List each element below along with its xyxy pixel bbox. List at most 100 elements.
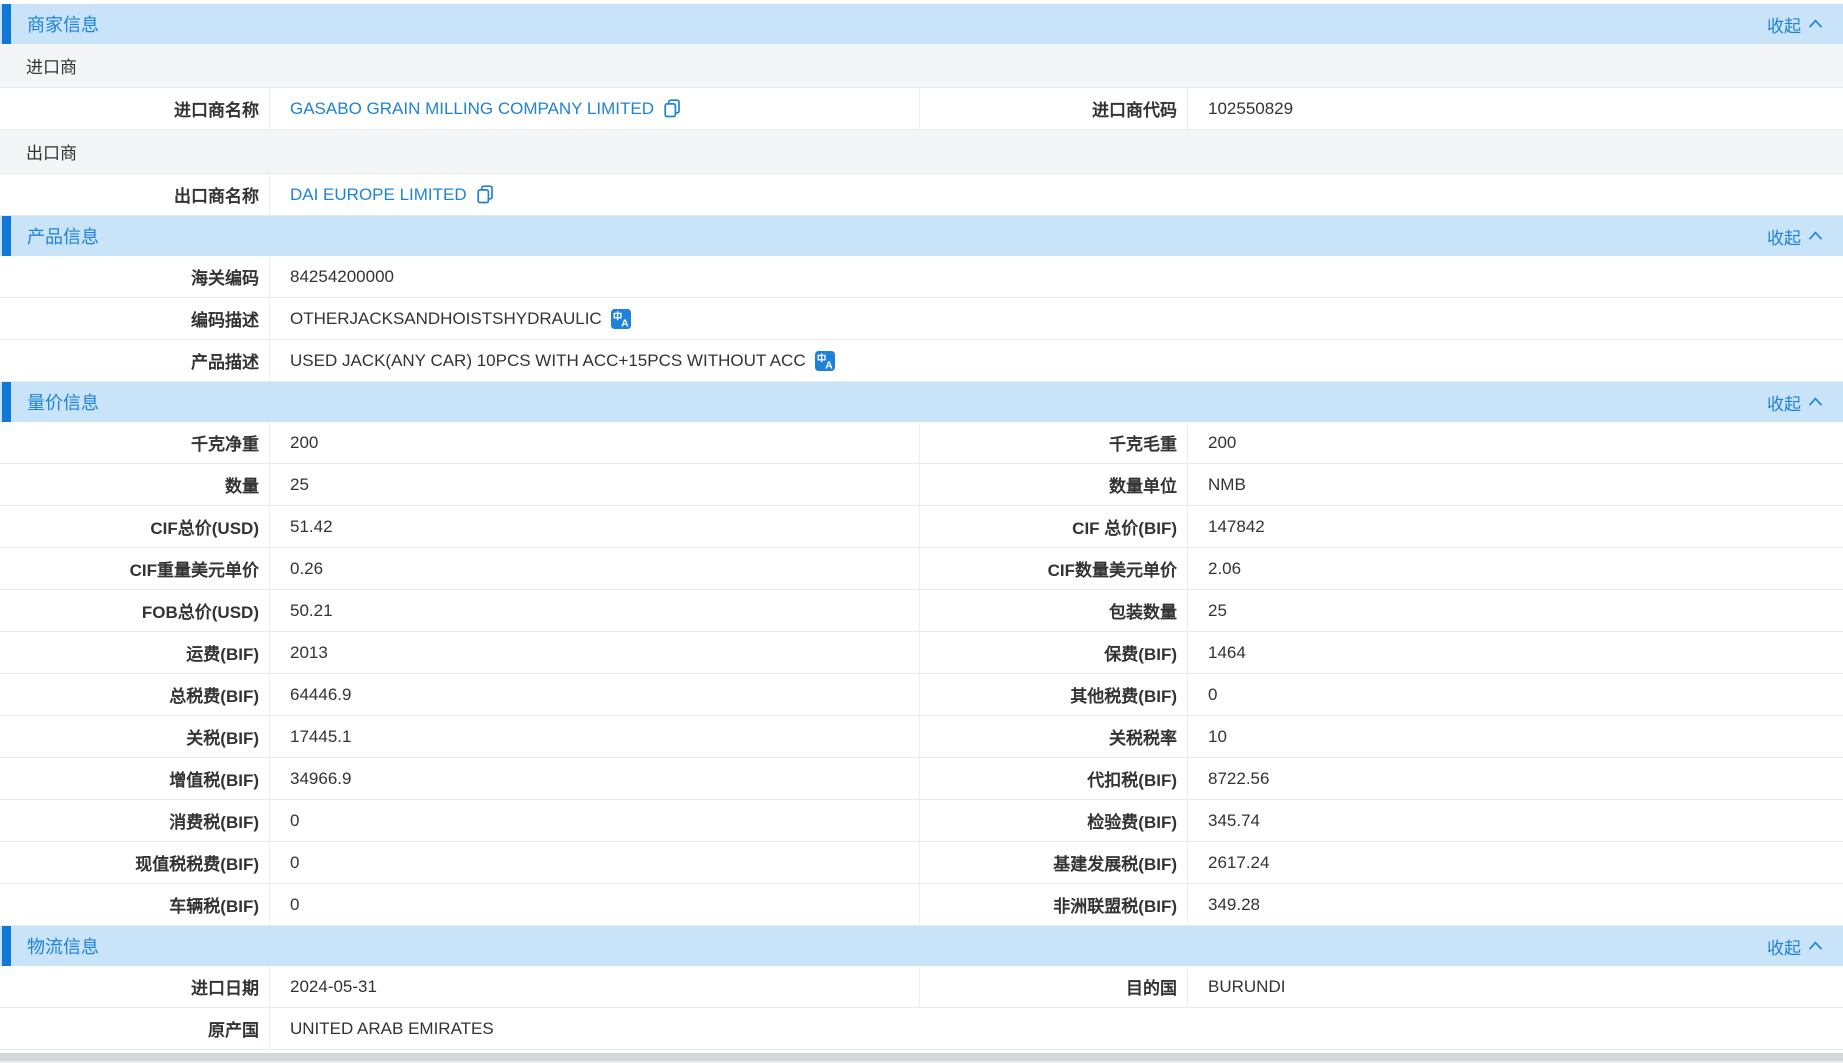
page-bottom-edge bbox=[0, 1050, 1843, 1063]
field-value-text: 50.21 bbox=[290, 601, 333, 621]
field-label-text: 千克毛重 bbox=[1109, 430, 1177, 455]
collapse-button[interactable]: 收起 bbox=[1767, 12, 1823, 37]
field-label-text: 总税费(BIF) bbox=[169, 682, 259, 707]
field-label-text: 包装数量 bbox=[1109, 598, 1177, 623]
field-value: 1464 bbox=[1188, 632, 1843, 673]
field-label: 进口商代码 bbox=[920, 88, 1188, 129]
translate-icon[interactable]: A bbox=[815, 351, 835, 371]
chevron-up-icon bbox=[1808, 397, 1823, 407]
field-label-text: 进口商名称 bbox=[174, 96, 259, 121]
field-value: UNITED ARAB EMIRATES bbox=[270, 1008, 1843, 1049]
section-accent-bar bbox=[2, 926, 11, 966]
field-value: 200 bbox=[270, 422, 920, 463]
field-label-text: 出口商名称 bbox=[174, 182, 259, 207]
field-label: 其他税费(BIF) bbox=[920, 674, 1188, 715]
collapse-button[interactable]: 收起 bbox=[1767, 934, 1823, 959]
field-value-text: 25 bbox=[1208, 601, 1227, 621]
field-value: 51.42 bbox=[270, 506, 920, 547]
field-label: 基建发展税(BIF) bbox=[920, 842, 1188, 883]
table-row: 车辆税(BIF)0非洲联盟税(BIF)349.28 bbox=[0, 884, 1843, 926]
table-row: 进口日期2024-05-31目的国BURUNDI bbox=[0, 966, 1843, 1008]
field-label-text: 编码描述 bbox=[191, 306, 259, 331]
field-value: 0.26 bbox=[270, 548, 920, 589]
field-label: 原产国 bbox=[0, 1008, 270, 1049]
field-label: 增值税(BIF) bbox=[0, 758, 270, 799]
field-value-text: 25 bbox=[290, 475, 309, 495]
field-label-text: 基建发展税(BIF) bbox=[1053, 850, 1177, 875]
company-link[interactable]: GASABO GRAIN MILLING COMPANY LIMITED bbox=[290, 99, 654, 119]
collapse-button[interactable]: 收起 bbox=[1767, 224, 1823, 249]
chevron-up-icon bbox=[1808, 231, 1823, 241]
field-label-text: 海关编码 bbox=[191, 264, 259, 289]
field-value: 102550829 bbox=[1188, 88, 1843, 129]
collapse-button[interactable]: 收起 bbox=[1767, 390, 1823, 415]
field-value-text: 8722.56 bbox=[1208, 769, 1269, 789]
copy-icon[interactable] bbox=[476, 185, 494, 204]
trade-record-page: 商家信息收起进口商进口商名称GASABO GRAIN MILLING COMPA… bbox=[0, 0, 1843, 1063]
field-label-text: CIF总价(USD) bbox=[150, 514, 259, 539]
field-value: 17445.1 bbox=[270, 716, 920, 757]
field-value: 34966.9 bbox=[270, 758, 920, 799]
field-label-text: 千克净重 bbox=[191, 430, 259, 455]
table-row: 现值税税费(BIF)0基建发展税(BIF)2617.24 bbox=[0, 842, 1843, 884]
field-label-text: 数量 bbox=[225, 472, 259, 497]
field-label-text: CIF数量美元单价 bbox=[1048, 556, 1177, 581]
field-value-text: 51.42 bbox=[290, 517, 333, 537]
field-label-text: FOB总价(USD) bbox=[142, 598, 259, 623]
field-value-text: 0 bbox=[290, 895, 299, 915]
table-row: 进口商名称 GASABO GRAIN MILLING COMPANY LIMITE… bbox=[0, 88, 1843, 130]
field-value-text: 34966.9 bbox=[290, 769, 351, 789]
field-value: USED JACK(ANY CAR) 10PCS WITH ACC+15PCS … bbox=[270, 340, 1843, 381]
field-label: 编码描述 bbox=[0, 298, 270, 339]
field-value: 8722.56 bbox=[1188, 758, 1843, 799]
field-label: 海关编码 bbox=[0, 256, 270, 297]
field-value: OTHERJACKSANDHOISTSHYDRAULICA bbox=[270, 298, 1843, 339]
table-row: 运费(BIF) 2013 保费(BIF)1464 bbox=[0, 632, 1843, 674]
field-label-text: 运费(BIF) bbox=[186, 640, 259, 665]
field-value: 2.06 bbox=[1188, 548, 1843, 589]
section-accent-bar bbox=[2, 4, 11, 44]
field-value-text: 2617.24 bbox=[1208, 853, 1269, 873]
group-subheader-label: 出口商 bbox=[26, 139, 77, 164]
field-label: 出口商名称 bbox=[0, 174, 270, 215]
field-value-text: 0.26 bbox=[290, 559, 323, 579]
company-link[interactable]: DAI EUROPE LIMITED bbox=[290, 185, 467, 205]
field-value-text: 0 bbox=[1208, 685, 1217, 705]
field-value-text: 2.06 bbox=[1208, 559, 1241, 579]
field-label: 千克毛重 bbox=[920, 422, 1188, 463]
table-row: 数量 25 数量单位 NMB bbox=[0, 464, 1843, 506]
field-label-text: 产品描述 bbox=[191, 348, 259, 373]
field-label: 总税费(BIF) bbox=[0, 674, 270, 715]
field-label-text: 车辆税(BIF) bbox=[169, 892, 259, 917]
section-title: 物流信息 bbox=[27, 933, 99, 959]
field-label: 保费(BIF) bbox=[920, 632, 1188, 673]
field-value-text: 2013 bbox=[290, 643, 328, 663]
field-value: 84254200000 bbox=[270, 256, 1843, 297]
field-value-text: USED JACK(ANY CAR) 10PCS WITH ACC+15PCS … bbox=[290, 351, 806, 371]
table-row: 总税费(BIF) 64446.9 其他税费(BIF) 0 bbox=[0, 674, 1843, 716]
copy-icon[interactable] bbox=[663, 99, 681, 118]
field-label: FOB总价(USD) bbox=[0, 590, 270, 631]
section-header-product-info: 产品信息收起 bbox=[0, 216, 1843, 256]
field-label-text: 关税税率 bbox=[1109, 724, 1177, 749]
field-label-text: 原产国 bbox=[208, 1016, 259, 1041]
field-value-text: 10 bbox=[1208, 727, 1227, 747]
section-header-quantity-price-info: 量价信息收起 bbox=[0, 382, 1843, 422]
field-value: 147842 bbox=[1188, 506, 1843, 547]
field-label-text: 非洲联盟税(BIF) bbox=[1053, 892, 1177, 917]
translate-icon[interactable]: A bbox=[611, 309, 631, 329]
field-label-text: 增值税(BIF) bbox=[169, 766, 259, 791]
field-value-text: 17445.1 bbox=[290, 727, 351, 747]
field-value: 0 bbox=[270, 800, 920, 841]
table-row: FOB总价(USD) 50.21 包装数量 25 bbox=[0, 590, 1843, 632]
field-value-text: NMB bbox=[1208, 475, 1246, 495]
field-value-text: 64446.9 bbox=[290, 685, 351, 705]
field-value-text: 0 bbox=[290, 811, 299, 831]
field-label: CIF重量美元单价 bbox=[0, 548, 270, 589]
field-value: 2024-05-31 bbox=[270, 966, 920, 1007]
table-row: CIF重量美元单价 0.26 CIF数量美元单价 2.06 bbox=[0, 548, 1843, 590]
field-label: 千克净重 bbox=[0, 422, 270, 463]
table-row: 关税(BIF)17445.1关税税率10 bbox=[0, 716, 1843, 758]
field-label: 数量单位 bbox=[920, 464, 1188, 505]
field-value-text: 102550829 bbox=[1208, 99, 1293, 119]
